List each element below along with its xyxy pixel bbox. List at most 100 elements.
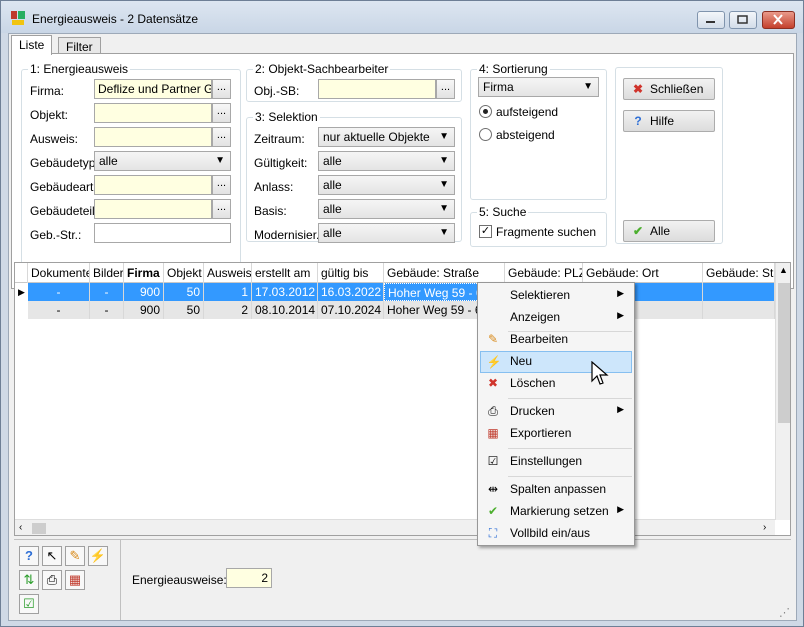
gebaeudeteil-field[interactable] — [94, 199, 212, 219]
column-header[interactable]: Bilder — [90, 263, 124, 283]
tab-liste[interactable]: Liste — [11, 35, 53, 55]
table-cell: 1 — [204, 283, 252, 301]
firma-browse-button[interactable]: ... — [212, 79, 231, 99]
printer-tool-icon[interactable]: ⎙ — [42, 570, 62, 590]
table-cell: 900 — [124, 301, 164, 319]
scroll-right-icon[interactable]: › — [763, 522, 766, 533]
menu-item-anzeigen[interactable]: Anzeigen ▶ — [480, 307, 632, 329]
geb-str-field[interactable] — [94, 223, 231, 243]
desc-label: absteigend — [496, 128, 555, 142]
table-cell: 2 — [204, 301, 252, 319]
geb-str-label: Geb.-Str.: — [30, 228, 82, 242]
ausweis-field[interactable] — [94, 127, 212, 147]
help-tool-icon[interactable]: ? — [19, 546, 39, 566]
refresh-tool-icon[interactable]: ⇅ — [19, 570, 39, 590]
menu-item-selektieren[interactable]: Selektieren ▶ — [480, 285, 632, 307]
sortierung-legend: 4: Sortierung — [479, 62, 548, 76]
help-button[interactable]: ? Hilfe — [623, 110, 715, 132]
horizontal-scrollbar[interactable]: ‹ › — [15, 519, 775, 535]
menu-item-vollbild[interactable]: ⛶ Vollbild ein/aus — [480, 523, 632, 545]
scroll-left-icon[interactable]: ‹ — [19, 522, 22, 533]
asc-label: aufsteigend — [496, 105, 559, 119]
column-header[interactable]: Ausweis — [204, 263, 252, 283]
toolbar-divider — [120, 540, 121, 620]
gueltigkeit-label: Gültigkeit: — [254, 156, 308, 170]
modernisier-select[interactable]: alle ▼ — [318, 223, 455, 243]
menu-separator — [508, 476, 632, 477]
table-row[interactable]: - - 900 50 2 08.10.2014 07.10.2024 Hoher… — [15, 301, 777, 319]
vertical-scrollbar[interactable]: ▲ — [775, 263, 790, 520]
maximize-button[interactable] — [729, 11, 757, 29]
asc-radio[interactable] — [479, 105, 492, 118]
chevron-down-icon: ▼ — [439, 131, 449, 142]
desc-radio[interactable] — [479, 128, 492, 141]
checkbox-tool-icon[interactable]: ☑ — [19, 594, 39, 614]
window-title: Energieausweis - 2 Datensätze — [32, 12, 199, 26]
column-header[interactable]: Gebäude: Straße — [384, 263, 505, 283]
pencil-tool-icon[interactable]: ✎ — [65, 546, 85, 566]
firma-field[interactable]: Deflize und Partner Gml — [94, 79, 212, 99]
menu-item-drucken[interactable]: ⎙ Drucken ▶ — [480, 401, 632, 423]
chevron-down-icon: ▼ — [439, 179, 449, 190]
close-button[interactable]: ✖ Schließen — [623, 78, 715, 100]
minimize-button[interactable] — [697, 11, 725, 29]
column-header-sorted[interactable]: Firma — [124, 263, 164, 283]
obj-sb-field[interactable] — [318, 79, 436, 99]
modernisier-label: Modernisier.: — [254, 228, 323, 242]
all-button[interactable]: ✔ Alle — [623, 220, 715, 242]
gebaeudeteil-browse-button[interactable]: ... — [212, 199, 231, 219]
delete-x-icon: ✖ — [487, 376, 499, 390]
gebaeudeart-field[interactable] — [94, 175, 212, 195]
menu-item-bearbeiten[interactable]: ✎ Bearbeiten — [480, 329, 632, 351]
column-header[interactable]: gültig bis — [318, 263, 384, 283]
zeitraum-select[interactable]: nur aktuelle Objekte ▼ — [318, 127, 455, 147]
fullscreen-icon: ⛶ — [488, 526, 498, 540]
gueltigkeit-select[interactable]: alle ▼ — [318, 151, 455, 171]
fragmente-checkbox[interactable]: ✓ — [479, 225, 492, 238]
menu-item-label: Vollbild ein/aus — [510, 526, 591, 540]
bottom-area: ? ↖ ✎ ⚡ ⇅ ⎙ ▦ ☑ Energieausweise: 2 ⋰ — [14, 539, 791, 620]
close-window-button[interactable] — [762, 11, 795, 29]
menu-item-markierung-setzen[interactable]: ✔ Markierung setzen ▶ — [480, 501, 632, 523]
table-cell: 50 — [164, 283, 204, 301]
table-row[interactable]: ▶ - - 900 50 1 17.03.2012 16.03.2022 Hoh… — [15, 283, 777, 301]
title-bar: Energieausweis - 2 Datensätze — [1, 1, 803, 33]
menu-item-label: Einstellungen — [510, 454, 583, 468]
column-header[interactable]: Dokumente — [28, 263, 90, 283]
vertical-scroll-thumb[interactable] — [778, 283, 790, 423]
column-header[interactable]: Gebäude: PLZ — [505, 263, 583, 283]
table-cell: 900 — [124, 283, 164, 301]
obj-sb-browse-button[interactable]: ... — [436, 79, 455, 99]
menu-item-einstellungen[interactable]: ☑ Einstellungen — [480, 451, 632, 473]
table-cell: - — [90, 283, 124, 301]
checkbox-icon: ☑ — [487, 454, 499, 468]
anlass-select[interactable]: alle ▼ — [318, 175, 455, 195]
zeitraum-label: Zeitraum: — [254, 132, 305, 146]
menu-item-label: Neu — [510, 354, 533, 368]
resize-grip-icon[interactable]: ⋰ — [779, 606, 790, 619]
lightning-tool-icon[interactable]: ⚡ — [88, 546, 108, 566]
pointer-tool-icon[interactable]: ↖ — [42, 546, 62, 566]
chevron-down-icon: ▼ — [439, 203, 449, 214]
mouse-cursor-icon — [591, 361, 609, 385]
export-tool-icon[interactable]: ▦ — [65, 570, 85, 590]
scroll-up-icon[interactable]: ▲ — [779, 265, 788, 275]
table-cell: - — [28, 283, 90, 301]
objekt-field[interactable] — [94, 103, 212, 123]
objekt-browse-button[interactable]: ... — [212, 103, 231, 123]
gebaeudetyp-select[interactable]: alle ▼ — [94, 151, 231, 171]
filter-panel: 1: Energieausweis Firma: Deflize und Par… — [11, 53, 794, 289]
gebaeudeart-browse-button[interactable]: ... — [212, 175, 231, 195]
ausweis-browse-button[interactable]: ... — [212, 127, 231, 147]
sortierung-select[interactable]: Firma ▼ — [478, 77, 599, 97]
menu-item-spalten-anpassen[interactable]: ⇹ Spalten anpassen — [480, 479, 632, 501]
column-header[interactable]: erstellt am — [252, 263, 318, 283]
column-header[interactable]: Gebäude: Ort — [583, 263, 703, 283]
menu-item-exportieren[interactable]: ▦ Exportieren — [480, 423, 632, 445]
lightning-icon: ⚡ — [486, 355, 502, 369]
horizontal-scroll-thumb[interactable] — [32, 523, 46, 534]
column-header[interactable]: Gebäude: Sta — [703, 263, 775, 283]
tab-filter[interactable]: Filter — [58, 37, 101, 54]
basis-select[interactable]: alle ▼ — [318, 199, 455, 219]
column-header[interactable]: Objekt — [164, 263, 204, 283]
